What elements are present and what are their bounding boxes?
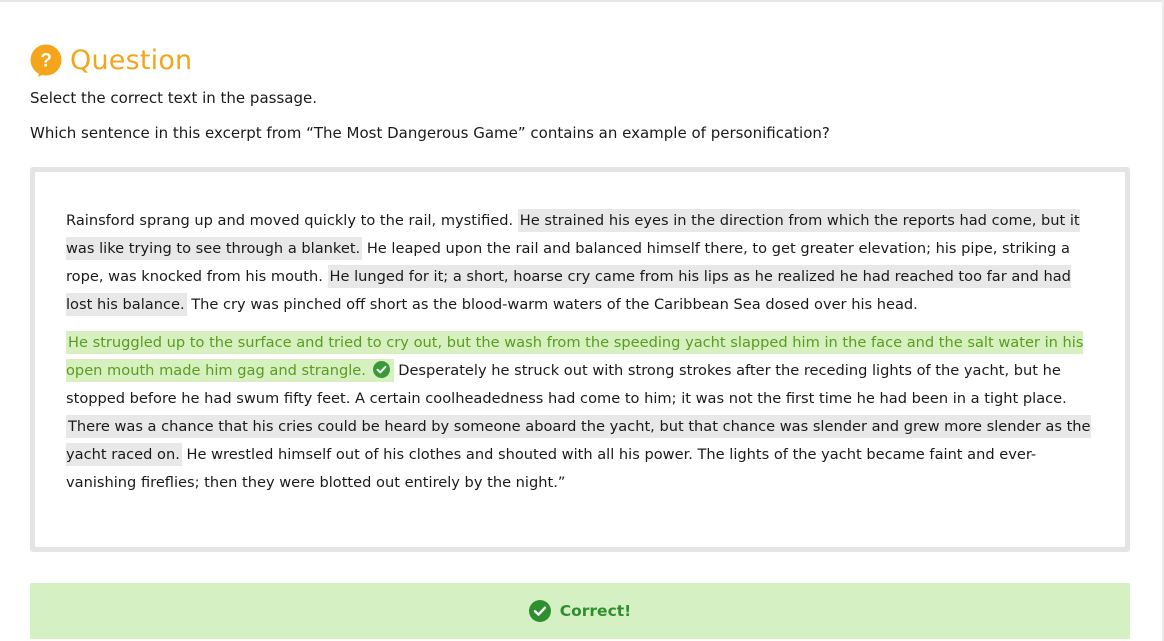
page-title: Question bbox=[70, 44, 193, 76]
passage-text: The cry was pinched off short as the blo… bbox=[186, 296, 918, 313]
passage: Rainsford sprang up and moved quickly to… bbox=[66, 207, 1096, 497]
instruction-text: Select the correct text in the passage. bbox=[30, 89, 317, 107]
feedback-banner: Correct! bbox=[30, 583, 1130, 639]
passage-panel: Rainsford sprang up and moved quickly to… bbox=[30, 167, 1130, 552]
svg-text:?: ? bbox=[40, 51, 52, 72]
question-header: ? Question bbox=[30, 43, 192, 77]
top-divider bbox=[0, 0, 1164, 2]
passage-paragraph-2: He struggled up to the surface and tried… bbox=[66, 329, 1096, 497]
passage-paragraph-1: Rainsford sprang up and moved quickly to… bbox=[66, 207, 1096, 319]
question-prompt: Which sentence in this excerpt from “The… bbox=[30, 124, 830, 142]
feedback-label: Correct! bbox=[559, 602, 632, 620]
question-circle-icon: ? bbox=[30, 44, 62, 77]
passage-text: Rainsford sprang up and moved quickly to… bbox=[66, 212, 518, 229]
check-circle-icon bbox=[528, 600, 551, 622]
passage-text: He wrestled himself out of his clothes a… bbox=[66, 446, 1037, 491]
check-circle-icon bbox=[372, 360, 390, 378]
